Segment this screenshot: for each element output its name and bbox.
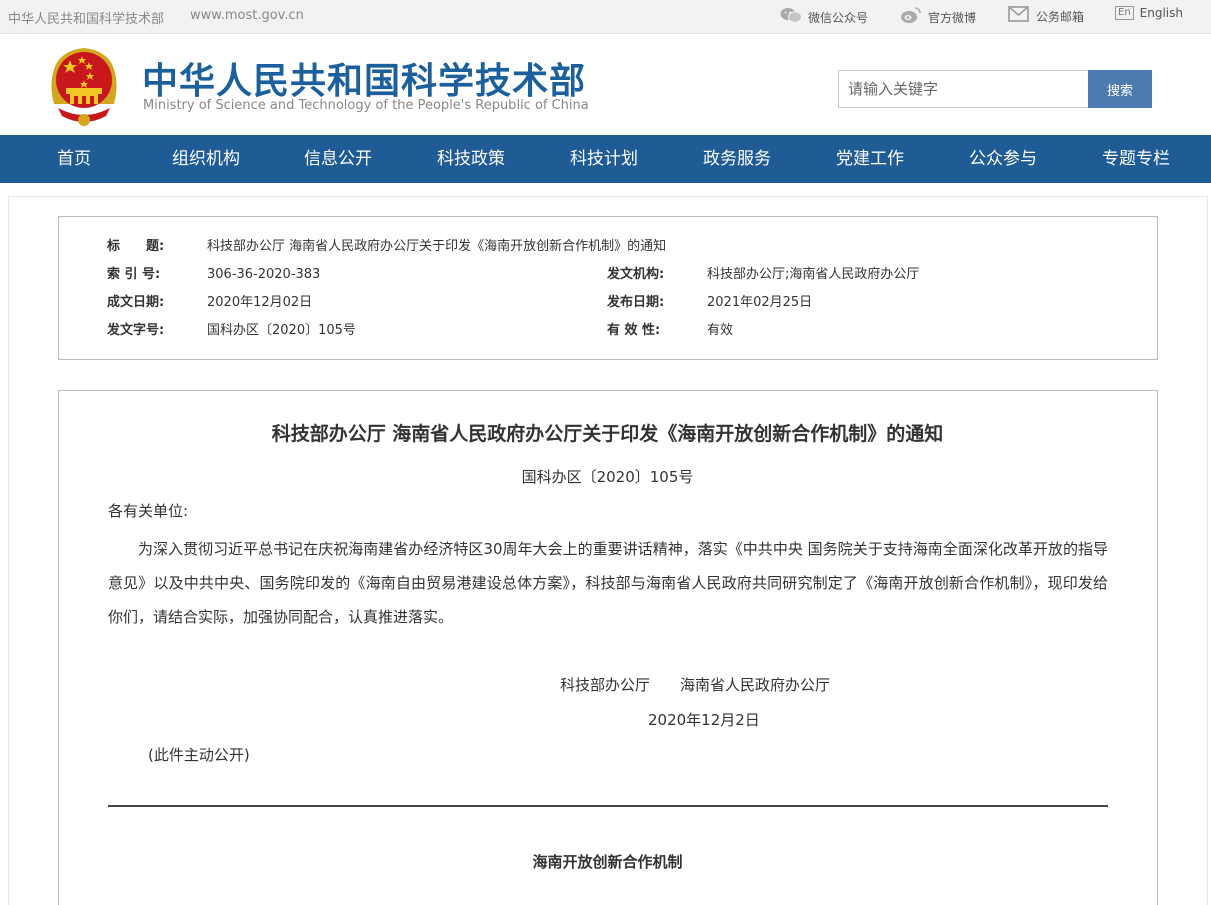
nav-item-policy[interactable]: 科技政策 <box>437 135 505 183</box>
english-label: English <box>1139 6 1183 20</box>
meta-validity-value: 有效 <box>707 323 734 338</box>
attachment-title: 海南开放创新合作机制 <box>532 853 683 871</box>
search-input[interactable] <box>838 70 1089 108</box>
meta-published-value: 2021年02月25日 <box>707 295 813 310</box>
site-url-link[interactable]: www.most.gov.cn <box>190 8 304 23</box>
english-icon: En <box>1115 6 1134 20</box>
document-metadata: 标 题: 科技部办公厅 海南省人民政府办公厅关于印发《海南开放创新合作机制》的通… <box>58 216 1158 360</box>
meta-published-label: 发布日期: <box>607 295 665 310</box>
site-title-en: Ministry of Science and Technology of th… <box>143 98 589 113</box>
national-emblem-icon[interactable] <box>46 42 122 128</box>
wechat-icon <box>780 6 802 28</box>
meta-title-value: 科技部办公厅 海南省人民政府办公厅关于印发《海南开放创新合作机制》的通知 <box>207 239 667 254</box>
document-number: 国科办区〔2020〕105号 <box>521 468 694 486</box>
mail-label: 公务邮箱 <box>1036 9 1085 24</box>
english-link[interactable]: En English <box>1115 6 1183 20</box>
meta-docno-value: 国科办区〔2020〕105号 <box>207 323 356 338</box>
meta-issuer-value: 科技部办公厅;海南省人民政府办公厅 <box>707 267 920 282</box>
document-signatories: 科技部办公厅 海南省人民政府办公厅 <box>560 676 831 694</box>
top-utility-bar: 中华人民共和国科学技术部 www.most.gov.cn 微信公众号 官方微博 … <box>0 0 1211 34</box>
search-button[interactable]: 搜索 <box>1088 70 1152 108</box>
nav-item-services[interactable]: 政务服务 <box>703 135 771 183</box>
document-greeting: 各有关单位: <box>108 502 189 520</box>
document-date: 2020年12月2日 <box>648 711 760 729</box>
nav-item-topics[interactable]: 专题专栏 <box>1102 135 1170 183</box>
meta-index-value: 306-36-2020-383 <box>207 267 321 282</box>
meta-validity-label: 有 效 性: <box>607 323 661 338</box>
meta-index-label: 索 引 号: <box>107 267 161 282</box>
site-title-cn: 中华人民共和国科学技术部 <box>142 61 587 102</box>
meta-issuer-label: 发文机构: <box>607 267 665 282</box>
document-note: (此件主动公开) <box>148 746 250 764</box>
meta-written-label: 成文日期: <box>107 295 165 310</box>
wechat-link[interactable]: 微信公众号 <box>780 6 868 28</box>
nav-item-organization[interactable]: 组织机构 <box>172 135 240 183</box>
mail-link[interactable]: 公务邮箱 <box>1008 6 1084 26</box>
wechat-label: 微信公众号 <box>808 10 869 25</box>
nav-item-party[interactable]: 党建工作 <box>836 135 904 183</box>
nav-item-programs[interactable]: 科技计划 <box>570 135 638 183</box>
meta-title-label: 标 题: <box>107 239 165 254</box>
meta-docno-label: 发文字号: <box>107 323 165 338</box>
nav-item-information[interactable]: 信息公开 <box>304 135 372 183</box>
main-nav: 首页 组织机构 信息公开 科技政策 科技计划 政务服务 党建工作 公众参与 专题… <box>0 135 1211 183</box>
document-title: 科技部办公厅 海南省人民政府办公厅关于印发《海南开放创新合作机制》的通知 <box>271 423 944 445</box>
meta-written-value: 2020年12月02日 <box>207 295 313 310</box>
site-name-link[interactable]: 中华人民共和国科学技术部 <box>8 8 164 27</box>
weibo-label: 官方微博 <box>928 10 977 25</box>
mail-icon <box>1008 6 1030 26</box>
document-paragraph: 为深入贯彻习近平总书记在庆祝海南建省办经济特区30周年大会上的重要讲话精神，落实… <box>108 540 1108 626</box>
weibo-link[interactable]: 官方微博 <box>900 6 976 28</box>
section-divider <box>108 805 1108 807</box>
nav-item-public[interactable]: 公众参与 <box>969 135 1037 183</box>
nav-item-home[interactable]: 首页 <box>57 135 91 183</box>
weibo-icon <box>900 6 922 28</box>
